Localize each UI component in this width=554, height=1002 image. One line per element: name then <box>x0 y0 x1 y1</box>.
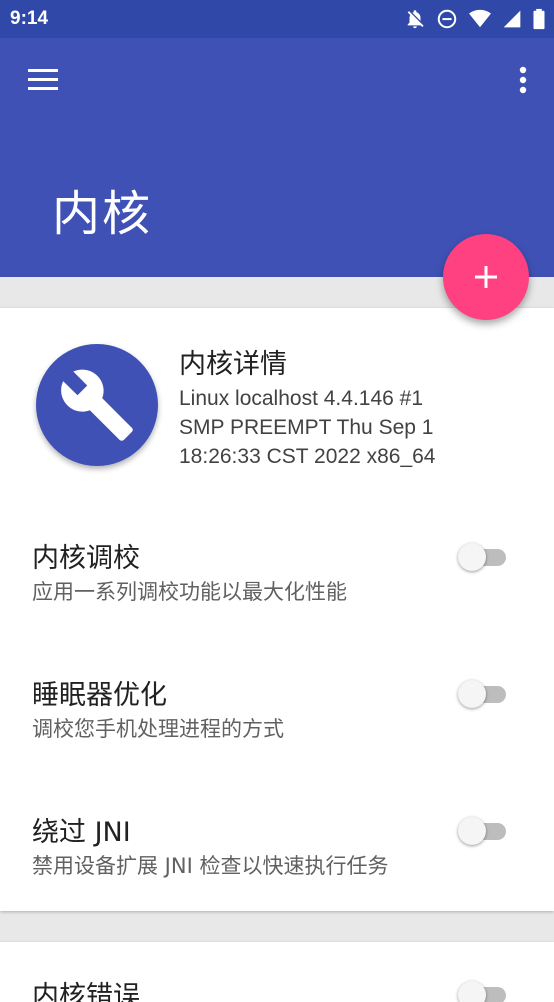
toggle-thumb <box>458 981 486 1002</box>
more-vert-icon <box>519 66 527 94</box>
overflow-menu-button[interactable] <box>510 60 536 100</box>
wrench-icon <box>61 369 133 441</box>
do-not-disturb-icon <box>437 9 457 29</box>
battery-icon <box>533 8 545 30</box>
status-icons <box>404 8 546 30</box>
kernel-avatar <box>36 344 158 466</box>
setting-subtitle: 应用一系列调校功能以最大化性能 <box>32 580 347 604</box>
setting-title: 睡眠器优化 <box>32 680 167 711</box>
notifications-off-icon <box>407 10 424 29</box>
page-title: 内核 <box>52 186 153 242</box>
kernel-tuning-toggle[interactable] <box>458 540 510 571</box>
setting-title[interactable]: 内核错误 <box>32 974 140 1002</box>
setting-subtitle: 禁用设备扩展 JNI 检查以快速执行任务 <box>32 854 389 878</box>
toggle-thumb <box>458 817 486 845</box>
signal-icon <box>503 10 521 28</box>
setting-sleeper-optimization[interactable]: 睡眠器优化 调校您手机处理进程的方式 <box>0 673 554 783</box>
toggle-thumb <box>458 543 486 571</box>
kernel-card: 内核详情 Linux localhost 4.4.146 #1 SMP PREE… <box>0 308 554 911</box>
hamburger-menu-icon <box>28 69 58 90</box>
bypass-jni-toggle[interactable] <box>458 814 510 845</box>
setting-kernel-tuning[interactable]: 内核调校 应用一系列调校功能以最大化性能 <box>0 536 554 646</box>
setting-bypass-jni[interactable]: 绕过 JNI 禁用设备扩展 JNI 检查以快速执行任务 <box>0 810 554 920</box>
kernel-errors-card: 内核错误 <box>0 942 554 1002</box>
kernel-errors-toggle[interactable] <box>458 978 510 1002</box>
status-time: 9:14 <box>10 8 49 29</box>
sleeper-optimization-toggle[interactable] <box>458 677 510 708</box>
toggle-thumb <box>458 680 486 708</box>
kernel-version-info: Linux localhost 4.4.146 #1 SMP PREEMPT T… <box>179 387 436 468</box>
kernel-details-title: 内核详情 <box>179 349 287 380</box>
wifi-icon <box>469 9 491 28</box>
setting-title: 绕过 JNI <box>32 817 131 848</box>
setting-subtitle: 调校您手机处理进程的方式 <box>32 717 284 741</box>
status-bar: 9:14 <box>0 0 554 38</box>
setting-title: 内核调校 <box>32 543 140 574</box>
add-fab-button[interactable] <box>443 234 529 320</box>
plus-icon <box>475 266 497 288</box>
menu-button[interactable] <box>20 60 64 100</box>
